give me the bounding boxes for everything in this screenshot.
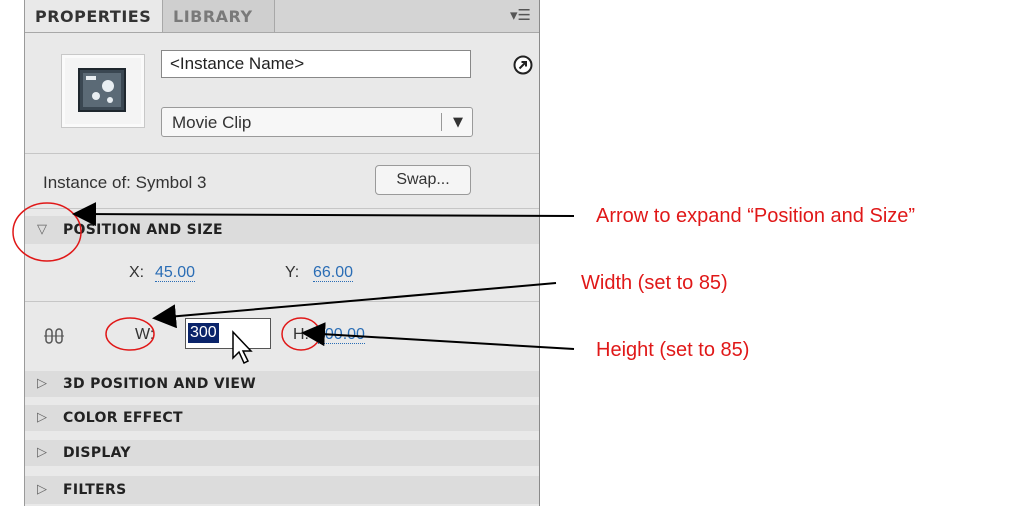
w-label: W: <box>135 326 155 343</box>
x-label: X: <box>129 264 145 281</box>
section-label: POSITION AND SIZE <box>63 222 223 238</box>
properties-panel: PROPERTIES LIBRARY ▾☰ Movie Clip ▼ Insta… <box>24 0 540 506</box>
instance-name-input[interactable] <box>161 50 471 78</box>
width-value: 300 <box>188 323 219 343</box>
expand-triangle-icon[interactable]: ▽ <box>37 216 47 244</box>
tab-properties[interactable]: PROPERTIES <box>25 0 163 32</box>
movie-clip-symbol-icon <box>78 68 126 112</box>
annotation-height: Height (set to 85) <box>596 339 750 361</box>
expand-triangle-icon[interactable]: ▷ <box>37 476 47 504</box>
panel-menu-icon[interactable]: ▾☰ <box>510 6 531 24</box>
y-label: Y: <box>285 264 300 281</box>
expand-triangle-icon[interactable]: ▷ <box>37 440 47 466</box>
section-display[interactable]: ▷ DISPLAY <box>25 440 539 466</box>
y-value[interactable]: 66.00 <box>313 264 354 282</box>
panel-tab-bar: PROPERTIES LIBRARY ▾☰ <box>25 0 539 33</box>
section-color-effect[interactable]: ▷ COLOR EFFECT <box>25 405 539 431</box>
section-label: COLOR EFFECT <box>63 410 183 426</box>
tab-library[interactable]: LIBRARY <box>163 0 275 32</box>
h-label: H: <box>293 326 309 343</box>
symbol-preview <box>61 54 145 128</box>
h-value[interactable]: 400.00 <box>316 326 365 344</box>
section-label: FILTERS <box>63 482 127 498</box>
divider <box>25 301 539 302</box>
section-position-and-size[interactable]: ▽ POSITION AND SIZE <box>25 216 539 244</box>
annotation-expand: Arrow to expand “Position and Size” <box>596 205 916 227</box>
expand-triangle-icon[interactable]: ▷ <box>37 371 47 397</box>
section-label: DISPLAY <box>63 445 131 461</box>
x-value[interactable]: 45.00 <box>155 264 196 282</box>
dropdown-arrow-icon: ▼ <box>453 115 463 130</box>
section-3d-position[interactable]: ▷ 3D POSITION AND VIEW <box>25 371 539 397</box>
expand-triangle-icon[interactable]: ▷ <box>37 405 47 431</box>
symbol-type-dropdown[interactable]: Movie Clip ▼ <box>161 107 473 137</box>
instance-of-label: Instance of: Symbol 3 <box>43 173 207 192</box>
section-filters[interactable]: ▷ FILTERS <box>25 476 539 504</box>
mouse-cursor-icon <box>232 330 253 365</box>
swap-button[interactable]: Swap... <box>375 165 471 195</box>
width-input[interactable]: 300 <box>185 318 271 349</box>
divider <box>25 153 539 154</box>
symbol-type-value: Movie Clip <box>172 113 252 132</box>
lock-proportions-icon[interactable] <box>43 327 65 345</box>
section-label: 3D POSITION AND VIEW <box>63 376 257 392</box>
annotation-width: Width (set to 85) <box>581 272 728 294</box>
divider <box>25 208 539 209</box>
dropdown-separator <box>441 113 442 131</box>
go-to-instance-icon[interactable] <box>513 55 533 75</box>
